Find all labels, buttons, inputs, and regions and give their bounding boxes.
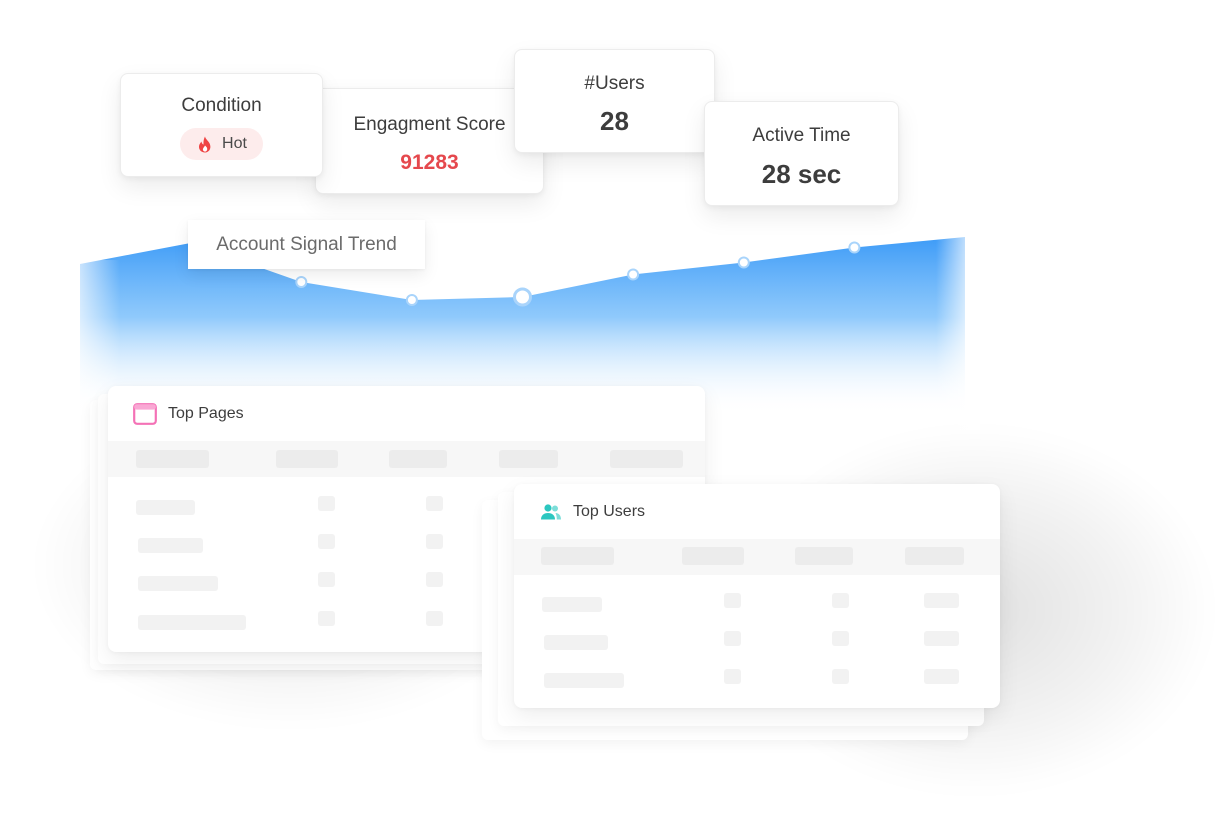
table-row [426, 572, 443, 587]
table-row [724, 631, 741, 646]
active-time-value: 28 sec [761, 159, 842, 189]
engagement-score-label: Engagment Score [353, 114, 506, 135]
condition-label: Condition [181, 95, 262, 116]
trend-fade-right [760, 230, 980, 430]
active-time-card: Active Time 28 sec [704, 101, 899, 206]
column-header-placeholder [795, 547, 853, 565]
table-row [426, 611, 443, 626]
users-label: #Users [584, 73, 645, 94]
flame-icon [198, 136, 212, 153]
trend-point [405, 294, 418, 306]
table-row [832, 593, 849, 608]
table-row [318, 611, 335, 626]
column-header-placeholder [541, 547, 614, 565]
table-row [832, 631, 849, 646]
column-header-placeholder [389, 450, 447, 468]
table-row [924, 669, 959, 684]
trend-point [513, 287, 532, 307]
table-row [136, 500, 195, 515]
top-users-title: Top Users [573, 502, 646, 520]
trend-point [627, 268, 640, 281]
trend-title-chip: Account Signal Trend [188, 220, 425, 269]
column-header-placeholder [905, 547, 964, 565]
table-row [318, 572, 335, 587]
table-row [426, 534, 443, 549]
trend-point [737, 256, 750, 269]
column-header-placeholder [499, 450, 558, 468]
engagement-score-card: Engagment Score 91283 [315, 88, 544, 194]
top-users-table-header [514, 539, 1000, 575]
top-pages-header: Top Pages [108, 386, 705, 441]
condition-badge: Hot [180, 128, 263, 160]
table-row [318, 534, 335, 549]
trend-point [848, 241, 861, 254]
top-users-panel: Top Users [514, 484, 1000, 708]
table-row [138, 538, 203, 553]
trend-point [295, 276, 308, 288]
top-users-rows [514, 575, 1000, 705]
users-value: 28 [600, 106, 629, 136]
column-header-placeholder [682, 547, 744, 565]
table-row [724, 593, 741, 608]
column-header-placeholder [276, 450, 338, 468]
condition-badge-text: Hot [222, 135, 247, 152]
browser-window-icon [133, 402, 157, 425]
top-pages-title: Top Pages [168, 404, 244, 422]
column-header-placeholder [136, 450, 209, 468]
table-row [542, 597, 602, 612]
table-row [426, 496, 443, 511]
top-pages-table-header [108, 441, 705, 477]
top-users-header: Top Users [514, 484, 1000, 539]
table-row [924, 631, 959, 646]
engagement-score-value: 91283 [400, 151, 459, 174]
table-row [318, 496, 335, 511]
users-card: #Users 28 [514, 49, 715, 153]
column-header-placeholder [610, 450, 683, 468]
condition-card: Condition Hot [120, 73, 323, 177]
table-row [724, 669, 741, 684]
table-row [544, 635, 608, 650]
table-row [138, 615, 246, 630]
active-time-label: Active Time [752, 125, 851, 146]
users-icon [540, 503, 562, 521]
table-row [924, 593, 959, 608]
table-row [544, 673, 624, 688]
table-row [138, 576, 218, 591]
dashboard-illustration: Condition Hot Engagment Score 91283 #Use… [0, 0, 1231, 813]
table-row [832, 669, 849, 684]
